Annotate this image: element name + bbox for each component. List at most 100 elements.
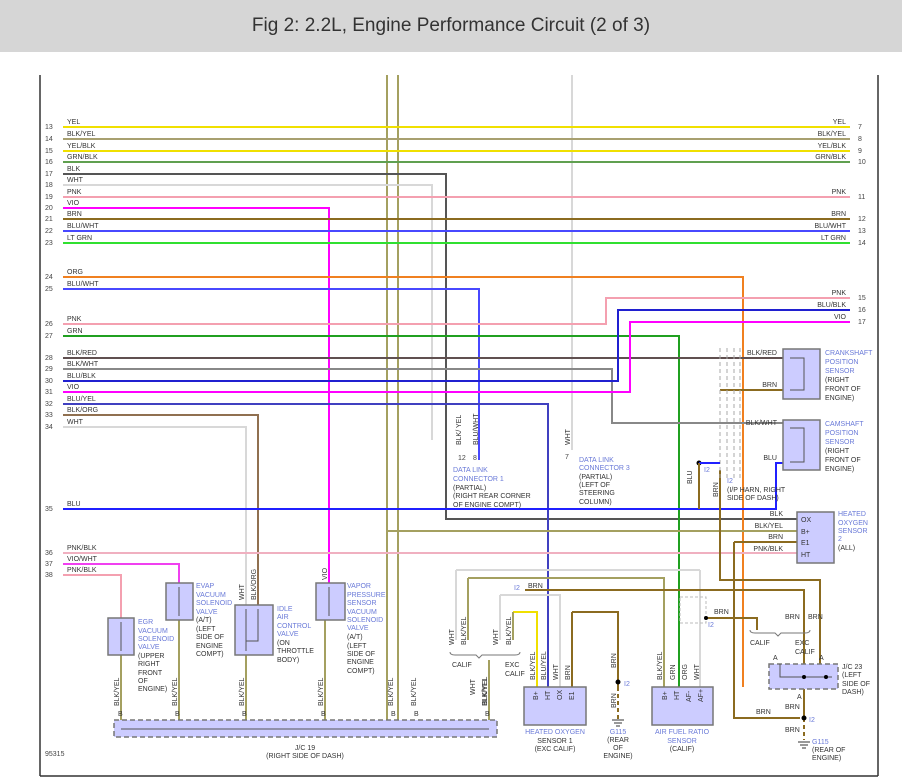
svg-text:35: 35 — [45, 506, 53, 513]
svg-text:WHT: WHT — [67, 177, 84, 184]
svg-text:CONNECTOR 1: CONNECTOR 1 — [453, 476, 504, 483]
svg-text:BRN: BRN — [714, 609, 729, 616]
svg-text:BLK/RED: BLK/RED — [67, 350, 97, 357]
svg-text:FRONT OF: FRONT OF — [825, 457, 861, 464]
svg-text:BLK/ORG: BLK/ORG — [67, 407, 98, 414]
svg-text:CRANKSHAFT: CRANKSHAFT — [825, 350, 873, 357]
svg-text:OF: OF — [138, 678, 148, 685]
svg-text:DATA LINK: DATA LINK — [453, 467, 488, 474]
svg-text:BLK/YEL: BLK/YEL — [755, 523, 784, 530]
svg-text:34: 34 — [45, 424, 53, 431]
svg-text:PNK: PNK — [832, 189, 847, 196]
svg-text:38: 38 — [45, 572, 53, 579]
svg-text:VACUUM: VACUUM — [138, 628, 168, 635]
svg-text:7: 7 — [858, 124, 862, 131]
wire-18-wht — [63, 184, 433, 440]
svg-text:BRN: BRN — [67, 211, 82, 218]
svg-text:DASH): DASH) — [842, 689, 864, 696]
svg-text:(LEFT: (LEFT — [842, 672, 862, 679]
svg-text:E1: E1 — [569, 691, 576, 700]
svg-text:ENGINE): ENGINE) — [812, 755, 841, 762]
svg-text:WHT: WHT — [553, 663, 560, 680]
svg-text:8: 8 — [858, 136, 862, 143]
svg-text:17: 17 — [45, 171, 53, 178]
svg-text:33: 33 — [45, 412, 53, 419]
svg-text:J/C 23: J/C 23 — [842, 664, 862, 671]
svg-text:EGR: EGR — [138, 619, 153, 626]
svg-text:PNK: PNK — [832, 290, 847, 297]
svg-text:BLK/ YEL: BLK/ YEL — [456, 415, 463, 445]
svg-text:(EXC CALIF): (EXC CALIF) — [535, 746, 576, 753]
svg-text:PNK/BLK: PNK/BLK — [67, 567, 97, 574]
svg-text:WHT: WHT — [565, 428, 572, 445]
svg-text:YEL/BLK: YEL/BLK — [67, 143, 96, 150]
svg-text:15: 15 — [858, 295, 866, 302]
svg-text:HEATED OXYGEN: HEATED OXYGEN — [525, 729, 585, 736]
svg-text:27: 27 — [45, 333, 53, 340]
wire-25-bluwht — [63, 288, 480, 460]
svg-text:BLK/YEL: BLK/YEL — [239, 677, 246, 706]
svg-text:BLU: BLU — [687, 470, 694, 484]
svg-text:BLK: BLK — [67, 166, 81, 173]
svg-text:HT: HT — [545, 690, 552, 700]
svg-text:ENGINE: ENGINE — [196, 643, 223, 650]
svg-text:COMPT): COMPT) — [196, 651, 224, 658]
svg-text:(CALIF): (CALIF) — [670, 746, 695, 753]
svg-text:13: 13 — [858, 228, 866, 235]
svg-text:(RIGHT: (RIGHT — [825, 377, 850, 384]
svg-text:GRN/BLK: GRN/BLK — [815, 154, 846, 161]
svg-text:16: 16 — [858, 307, 866, 314]
svg-text:18: 18 — [45, 182, 53, 189]
svg-text:SIDE OF: SIDE OF — [347, 651, 375, 658]
svg-text:ENGINE): ENGINE) — [138, 686, 167, 693]
svg-text:2: 2 — [838, 536, 842, 543]
svg-text:9: 9 — [858, 148, 862, 155]
svg-text:25: 25 — [45, 286, 53, 293]
svg-text:LT GRN: LT GRN — [821, 235, 846, 242]
svg-text:BLK/YEL: BLK/YEL — [506, 616, 513, 645]
svg-text:VIO: VIO — [834, 314, 847, 321]
svg-text:COMPT): COMPT) — [347, 668, 375, 675]
svg-text:OX: OX — [557, 690, 564, 700]
svg-text:14: 14 — [45, 136, 53, 143]
svg-text:A: A — [773, 655, 778, 662]
svg-text:PNK/BLK: PNK/BLK — [753, 546, 783, 553]
wire-ho2s1-e1 — [571, 611, 619, 687]
svg-text:BLU/WHT: BLU/WHT — [67, 281, 99, 288]
vapor-pressure-sensor-vacuum-solenoid-valve: VIO VAPOR PRESSURE SENSOR VACUUM SOLENOI… — [315, 567, 386, 675]
svg-text:BLK/YEL: BLK/YEL — [461, 616, 468, 645]
svg-text:BRN: BRN — [808, 614, 823, 621]
svg-text:OX: OX — [801, 517, 811, 524]
svg-text:ENGINE): ENGINE) — [825, 395, 854, 402]
svg-text:SENSOR: SENSOR — [667, 738, 697, 745]
svg-text:WHT: WHT — [694, 663, 701, 680]
ground-icon — [612, 719, 624, 727]
svg-text:GRN: GRN — [670, 664, 677, 680]
svg-text:VALVE: VALVE — [138, 644, 160, 651]
data-link-connector-3: WHT 7 DATA LINK CONNECTOR 3 (PARTIAL) (L… — [565, 428, 630, 506]
svg-text:WHT: WHT — [470, 678, 477, 695]
svg-text:PNK/BLK: PNK/BLK — [67, 545, 97, 552]
wire-34-wht — [63, 426, 247, 605]
svg-text:HT: HT — [801, 552, 811, 559]
svg-text:I2: I2 — [624, 681, 630, 688]
svg-text:BRN: BRN — [611, 693, 618, 708]
svg-text:EVAP: EVAP — [196, 583, 214, 590]
svg-text:BRN: BRN — [831, 211, 846, 218]
svg-text:AIR FUEL RATIO: AIR FUEL RATIO — [655, 729, 710, 736]
svg-text:YEL: YEL — [67, 119, 80, 126]
svg-text:(PARTIAL): (PARTIAL) — [453, 485, 486, 492]
svg-text:SIDE OF DASH): SIDE OF DASH) — [727, 495, 779, 502]
wire-20-vio — [63, 207, 330, 583]
evap-vacuum-solenoid-valve: EVAP VACUUM SOLENOID VALVE (A/T) (LEFT S… — [165, 582, 232, 658]
svg-text:(REAR OF: (REAR OF — [812, 747, 845, 754]
svg-text:HT: HT — [674, 690, 681, 700]
data-link-connector-1: BLK/ YEL BLU/WHT 12 8 DATA LINK CONNECTO… — [453, 413, 531, 509]
svg-text:13: 13 — [45, 124, 53, 131]
svg-text:28: 28 — [45, 355, 53, 362]
svg-text:BLK/WHT: BLK/WHT — [746, 420, 778, 427]
svg-text:BLK/YEL: BLK/YEL — [388, 677, 395, 706]
svg-text:BLK: BLK — [770, 511, 784, 518]
wire-38-pnkblk — [63, 574, 122, 618]
svg-text:BLK/YEL: BLK/YEL — [114, 677, 121, 706]
